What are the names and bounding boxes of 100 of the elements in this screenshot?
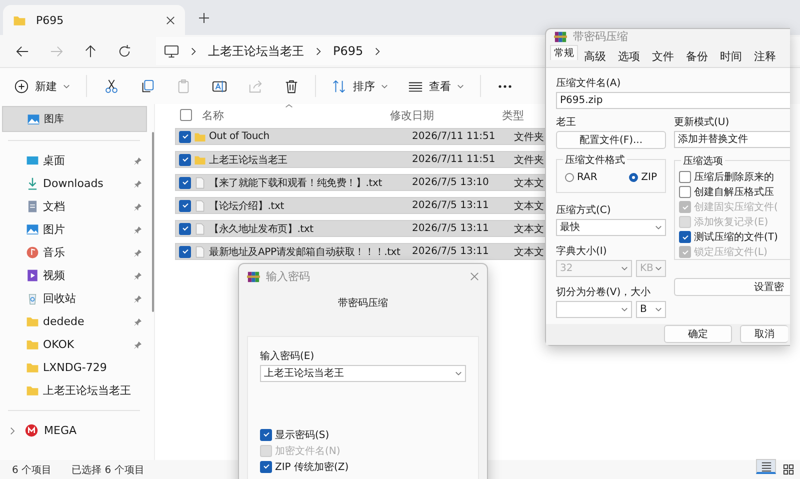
- column-header[interactable]: 类型: [502, 108, 524, 122]
- sidebar-item[interactable]: 文档: [0, 195, 154, 218]
- password-field[interactable]: 上老王论坛当老王: [260, 365, 466, 382]
- checkbox[interactable]: [179, 176, 191, 188]
- file-date: 2026/7/5 13:11: [412, 223, 490, 234]
- dialog-title: 输入密码: [266, 268, 311, 284]
- scrollbar[interactable]: [152, 132, 154, 312]
- details-view-button[interactable]: [756, 459, 776, 474]
- checkbox-option[interactable]: ZIP 传统加密(Z): [260, 460, 466, 473]
- checkbox-option[interactable]: 压缩后删除原来的: [679, 170, 790, 184]
- close-icon[interactable]: [166, 16, 175, 24]
- sort-button[interactable]: 排序: [324, 72, 396, 100]
- sidebar-item[interactable]: 桌面: [0, 149, 154, 172]
- checkbox[interactable]: [260, 428, 272, 440]
- field-label: 更新模式(U): [674, 116, 730, 129]
- folder-tab[interactable]: P695: [3, 5, 185, 35]
- checkbox[interactable]: [679, 231, 691, 244]
- dropdown[interactable]: 添加并替换文件: [674, 130, 790, 148]
- back-icon[interactable]: [16, 44, 29, 58]
- checkbox[interactable]: [179, 154, 191, 166]
- file-name: 【永久地址发布页】.txt: [209, 222, 314, 236]
- monitor-icon: [164, 44, 179, 58]
- caret-icon: [621, 306, 628, 312]
- file-name: 上老王论坛当老王: [209, 154, 288, 166]
- radio-option[interactable]: ZIP: [629, 172, 657, 184]
- file-date: 2026/7/5 13:11: [412, 246, 490, 257]
- share-icon: [248, 78, 262, 94]
- field-label: 输入密码(E): [260, 350, 316, 363]
- set-password-button[interactable]: 设置密: [674, 278, 790, 296]
- folder-icon: [26, 384, 39, 397]
- breadcrumb-item[interactable]: 上老王论坛当老王: [208, 42, 304, 60]
- sidebar-item[interactable]: dedede: [0, 310, 154, 333]
- checkbox[interactable]: [179, 222, 191, 234]
- sidebar-item[interactable]: 图片: [0, 218, 154, 241]
- chevron-icon[interactable]: [10, 426, 15, 434]
- video-icon: [26, 269, 39, 282]
- clipboard-icon: [176, 78, 190, 94]
- tab[interactable]: 文件: [646, 44, 680, 67]
- cancel-button[interactable]: 取消: [740, 325, 788, 344]
- grid-icon: [782, 464, 794, 475]
- breadcrumb-item[interactable]: P695: [333, 44, 364, 58]
- checkbox-option[interactable]: 创建自解压格式压: [679, 186, 790, 199]
- item-count: 6 个项目: [12, 464, 52, 476]
- checkbox[interactable]: [679, 186, 691, 198]
- ok-button[interactable]: 确定: [664, 325, 732, 344]
- new-tab-icon[interactable]: [199, 12, 209, 22]
- file-type: 文本文: [514, 222, 544, 236]
- checkbox-option[interactable]: 测试压缩的文件(T): [679, 230, 790, 244]
- desktop-icon: [26, 154, 39, 167]
- sidebar-item[interactable]: 图库: [2, 106, 147, 132]
- profile-button[interactable]: 配置文件(F)...: [556, 130, 666, 149]
- sidebar-item[interactable]: Downloads: [0, 172, 154, 195]
- up-icon[interactable]: [84, 44, 97, 58]
- caret-icon: [455, 371, 462, 376]
- mega-logo-icon: [25, 424, 38, 437]
- more-icon: [498, 84, 512, 88]
- radio-button[interactable]: [565, 173, 574, 182]
- tab[interactable]: 选项: [612, 44, 646, 67]
- dialog-heading: 带密码压缩: [337, 296, 389, 311]
- sidebar-item[interactable]: OKOK: [0, 333, 154, 356]
- checkbox[interactable]: [179, 130, 191, 142]
- checkbox[interactable]: [679, 171, 691, 184]
- trash-icon: [284, 78, 298, 94]
- recycle-bin-icon: [26, 292, 39, 305]
- file-name: Out of Touch: [209, 131, 270, 142]
- sidebar-item[interactable]: MEGA: [0, 419, 154, 442]
- tab[interactable]: 常规: [550, 44, 578, 60]
- checkbox[interactable]: [179, 200, 191, 212]
- view-button[interactable]: 查看: [400, 72, 472, 100]
- column-header[interactable]: 修改日期: [390, 108, 502, 122]
- dropdown[interactable]: B: [636, 300, 666, 318]
- checkbox[interactable]: [260, 460, 272, 472]
- radio-button[interactable]: [629, 173, 638, 182]
- tab[interactable]: 注释: [748, 44, 782, 67]
- radio-option[interactable]: RAR: [565, 172, 598, 184]
- caret-icon: [655, 224, 662, 230]
- checkbox-option[interactable]: 显示密码(S): [260, 428, 466, 441]
- column-header[interactable]: 名称: [202, 108, 386, 122]
- checkbox[interactable]: [179, 246, 191, 258]
- sidebar-item[interactable]: 音乐: [0, 241, 154, 264]
- tab[interactable]: 备份: [680, 44, 714, 67]
- checkbox[interactable]: [180, 109, 192, 121]
- copy-icon: [140, 78, 154, 94]
- picture-icon: [26, 223, 39, 236]
- rename-icon: [212, 78, 226, 94]
- sidebar-item[interactable]: 回收站: [0, 287, 154, 310]
- tab[interactable]: 高级: [578, 44, 612, 67]
- input-field[interactable]: P695.zip: [556, 92, 790, 109]
- file-date: 2026/7/5 13:10: [412, 177, 490, 188]
- file-icon: [194, 176, 206, 188]
- refresh-icon[interactable]: [118, 44, 131, 58]
- sidebar-item[interactable]: LXNDG-729: [0, 356, 154, 379]
- sidebar-item[interactable]: 上老王论坛当老王: [0, 379, 154, 402]
- caret-icon: [655, 266, 662, 271]
- dropdown[interactable]: 最快: [556, 218, 666, 236]
- sidebar-item[interactable]: 视频: [0, 264, 154, 287]
- new-button[interactable]: 新建: [6, 72, 78, 100]
- tab[interactable]: 时间: [714, 44, 748, 67]
- picture-icon: [27, 112, 40, 126]
- sort-icon: [332, 78, 347, 94]
